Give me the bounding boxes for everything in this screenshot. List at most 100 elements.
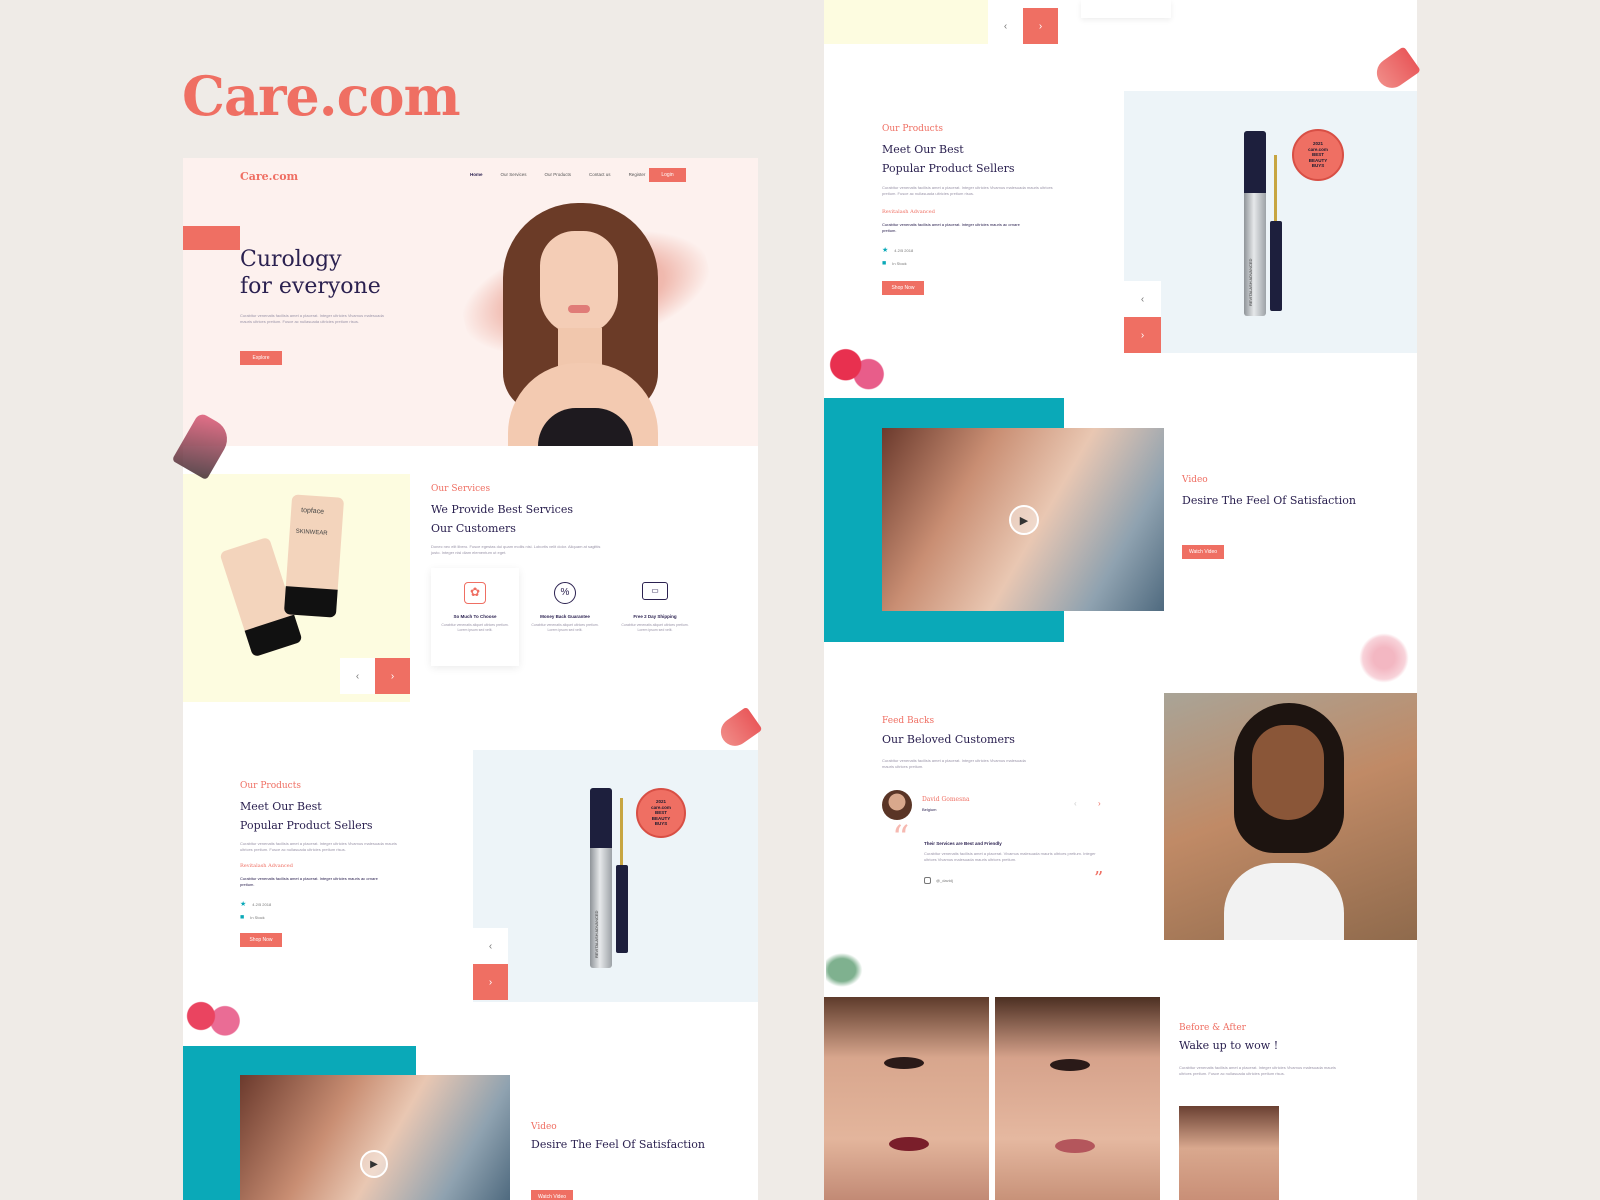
- r-products-text: Curabitur venenatis facilisis amet a pla…: [882, 185, 1053, 196]
- r-video-title: Desire The Feel Of Satisfaction: [1182, 494, 1356, 507]
- logo[interactable]: Care.com: [240, 170, 298, 183]
- feedback-next-icon[interactable]: ›: [1098, 799, 1101, 808]
- r-products-next-arrow[interactable]: ›: [1124, 317, 1161, 353]
- star-icon: ★: [240, 901, 247, 908]
- service-card-1-title: So Much To Choose: [453, 614, 497, 619]
- r-products-product-name: Revitalash Advanced: [882, 209, 935, 215]
- nav-item-services[interactable]: Our Services: [501, 172, 527, 177]
- model-lips: [568, 305, 590, 313]
- r-products-tag: Our Products: [882, 124, 943, 134]
- before-lips: [889, 1137, 929, 1151]
- r-products-product-desc: Curabitur venenatis facilisis amet a pla…: [882, 222, 1020, 233]
- r-check-icon: ■: [882, 260, 887, 267]
- r-best-buys-badge: 2021 care.com BEST BEAUTY BUYS: [1292, 129, 1344, 181]
- tube-2-brand: topface: [300, 507, 325, 516]
- products-product-desc: Curabitur venenatis facilisis amet a pla…: [240, 876, 378, 887]
- r-products-title-line1: Meet Our Best: [882, 143, 964, 156]
- after-eye: [1050, 1059, 1090, 1071]
- money-back-icon: %: [554, 582, 576, 604]
- tube-1-cap: [244, 614, 303, 658]
- rating-text: 4.2/5 2018: [252, 901, 272, 907]
- hero-text: Curabitur venenatis facilisis amet a pla…: [240, 313, 384, 324]
- services-product-panel: topface SKINWEAR ‹ ›: [183, 474, 410, 702]
- instagram-icon[interactable]: [924, 877, 931, 884]
- products-next-arrow[interactable]: ›: [473, 964, 508, 1000]
- leaf-decor: [826, 950, 866, 990]
- r-shop-now-button[interactable]: Shop Now: [882, 281, 924, 295]
- r-rating-text: 4.2/5 2018: [894, 247, 914, 253]
- products-title: Meet Our Best Popular Product Sellers: [240, 797, 373, 835]
- left-page: Care.com Home Our Services Our Products …: [183, 158, 758, 1200]
- beauty-products-icon: ✿: [464, 582, 486, 604]
- nav-item-contact[interactable]: Contact us: [589, 172, 611, 177]
- top-card-partial: [1081, 0, 1171, 18]
- customer-photo-top: [1224, 863, 1344, 940]
- service-card-2: % Money Back Guarantee Curabitur venenat…: [521, 568, 609, 666]
- video-thumbnail[interactable]: ▶: [240, 1075, 510, 1200]
- customer-handle[interactable]: @_davidj: [936, 878, 953, 883]
- instagram-row: @_davidj: [924, 877, 953, 884]
- r-watch-video-button[interactable]: Watch Video: [1182, 545, 1224, 559]
- login-button[interactable]: Login: [649, 168, 686, 182]
- before-image: [824, 997, 989, 1200]
- service-card-2-text: Curabitur venenatis aliquet ultrices pre…: [531, 623, 599, 632]
- before-after-tag: Before & After: [1179, 1023, 1246, 1033]
- before-eye: [884, 1057, 924, 1069]
- serum-wand-handle: [616, 865, 628, 953]
- top-prev-arrow[interactable]: ‹: [988, 8, 1023, 44]
- service-card-3-text: Curabitur venenatis aliquet ultrices pre…: [621, 623, 689, 632]
- top-next-arrow[interactable]: ›: [1023, 8, 1058, 44]
- model-neck: [558, 328, 602, 368]
- rose-decor: [1359, 633, 1409, 683]
- r-serum-wand-handle: [1270, 221, 1282, 311]
- r-serum-bottle-cap: [1244, 131, 1266, 193]
- services-text: Donec nec elit libero. Fusce egestas dui…: [431, 544, 601, 555]
- showcase-title: Care.com: [182, 64, 461, 128]
- products-text: Curabitur venenatis facilisis amet a pla…: [240, 841, 397, 852]
- tube-2-cap: [283, 586, 338, 618]
- serum-bottle-cap: [590, 788, 612, 848]
- tube-2-name: SKINWEAR: [295, 528, 328, 537]
- services-next-arrow[interactable]: ›: [375, 658, 410, 694]
- feedback-text: Curabitur venenatis facilisis amet a pla…: [882, 758, 1026, 769]
- service-card-1: ✿ So Much To Choose Curabitur venenatis …: [431, 568, 519, 666]
- open-quote-icon: “: [892, 818, 910, 858]
- feedback-tag: Feed Backs: [882, 716, 935, 726]
- r-badge-line5: BUYS: [1311, 163, 1325, 169]
- blush-palette-decor: [183, 992, 243, 1040]
- stock-text: In Stock: [250, 915, 265, 920]
- r-stock-text: In Stock: [892, 261, 907, 266]
- hero-accent-bar: [183, 226, 240, 250]
- before-after-thumb[interactable]: [1179, 1106, 1279, 1200]
- shop-now-button[interactable]: Shop Now: [240, 933, 282, 947]
- products-title-line2: Popular Product Sellers: [240, 819, 373, 832]
- r-serum-bottle-label: REVITALASH ADVANCED: [1248, 258, 1253, 306]
- services-prev-arrow[interactable]: ‹: [340, 658, 375, 694]
- r-video-thumbnail[interactable]: ▶: [882, 428, 1164, 611]
- before-after-text: Curabitur venenatis facilisis amet a pla…: [1179, 1065, 1336, 1076]
- top-cream-strip: [824, 0, 988, 44]
- customer-avatar: [882, 790, 912, 820]
- hero-explore-button[interactable]: Explore: [240, 351, 282, 365]
- r-products-prev-arrow[interactable]: ‹: [1124, 281, 1161, 317]
- r-serum-wand: [1274, 155, 1277, 225]
- nav-item-products[interactable]: Our Products: [545, 172, 572, 177]
- service-card-2-title: Money Back Guarantee: [540, 614, 590, 619]
- hero-title: Curology for everyone: [240, 246, 381, 300]
- r-play-icon[interactable]: ▶: [1009, 505, 1039, 535]
- nav-item-register[interactable]: Register: [629, 172, 646, 177]
- main-nav: Home Our Services Our Products Contact u…: [470, 172, 645, 177]
- delivery-truck-icon: ▭: [642, 582, 668, 600]
- feedback-prev-icon[interactable]: ‹: [1074, 799, 1077, 808]
- play-icon[interactable]: ▶: [360, 1150, 388, 1178]
- products-prev-arrow[interactable]: ‹: [473, 928, 508, 964]
- services-title-line2: Our Customers: [431, 522, 516, 535]
- nav-item-home[interactable]: Home: [470, 172, 483, 177]
- serum-wand: [620, 798, 623, 868]
- customer-photo: [1164, 693, 1417, 940]
- watch-video-button[interactable]: Watch Video: [531, 1190, 573, 1200]
- feedback-title: Our Beloved Customers: [882, 733, 1015, 746]
- serum-bottle: REVITALASH ADVANCED: [590, 788, 612, 968]
- service-card-1-text: Curabitur venenatis aliquet ultrices pre…: [441, 623, 509, 632]
- products-tag: Our Products: [240, 781, 301, 791]
